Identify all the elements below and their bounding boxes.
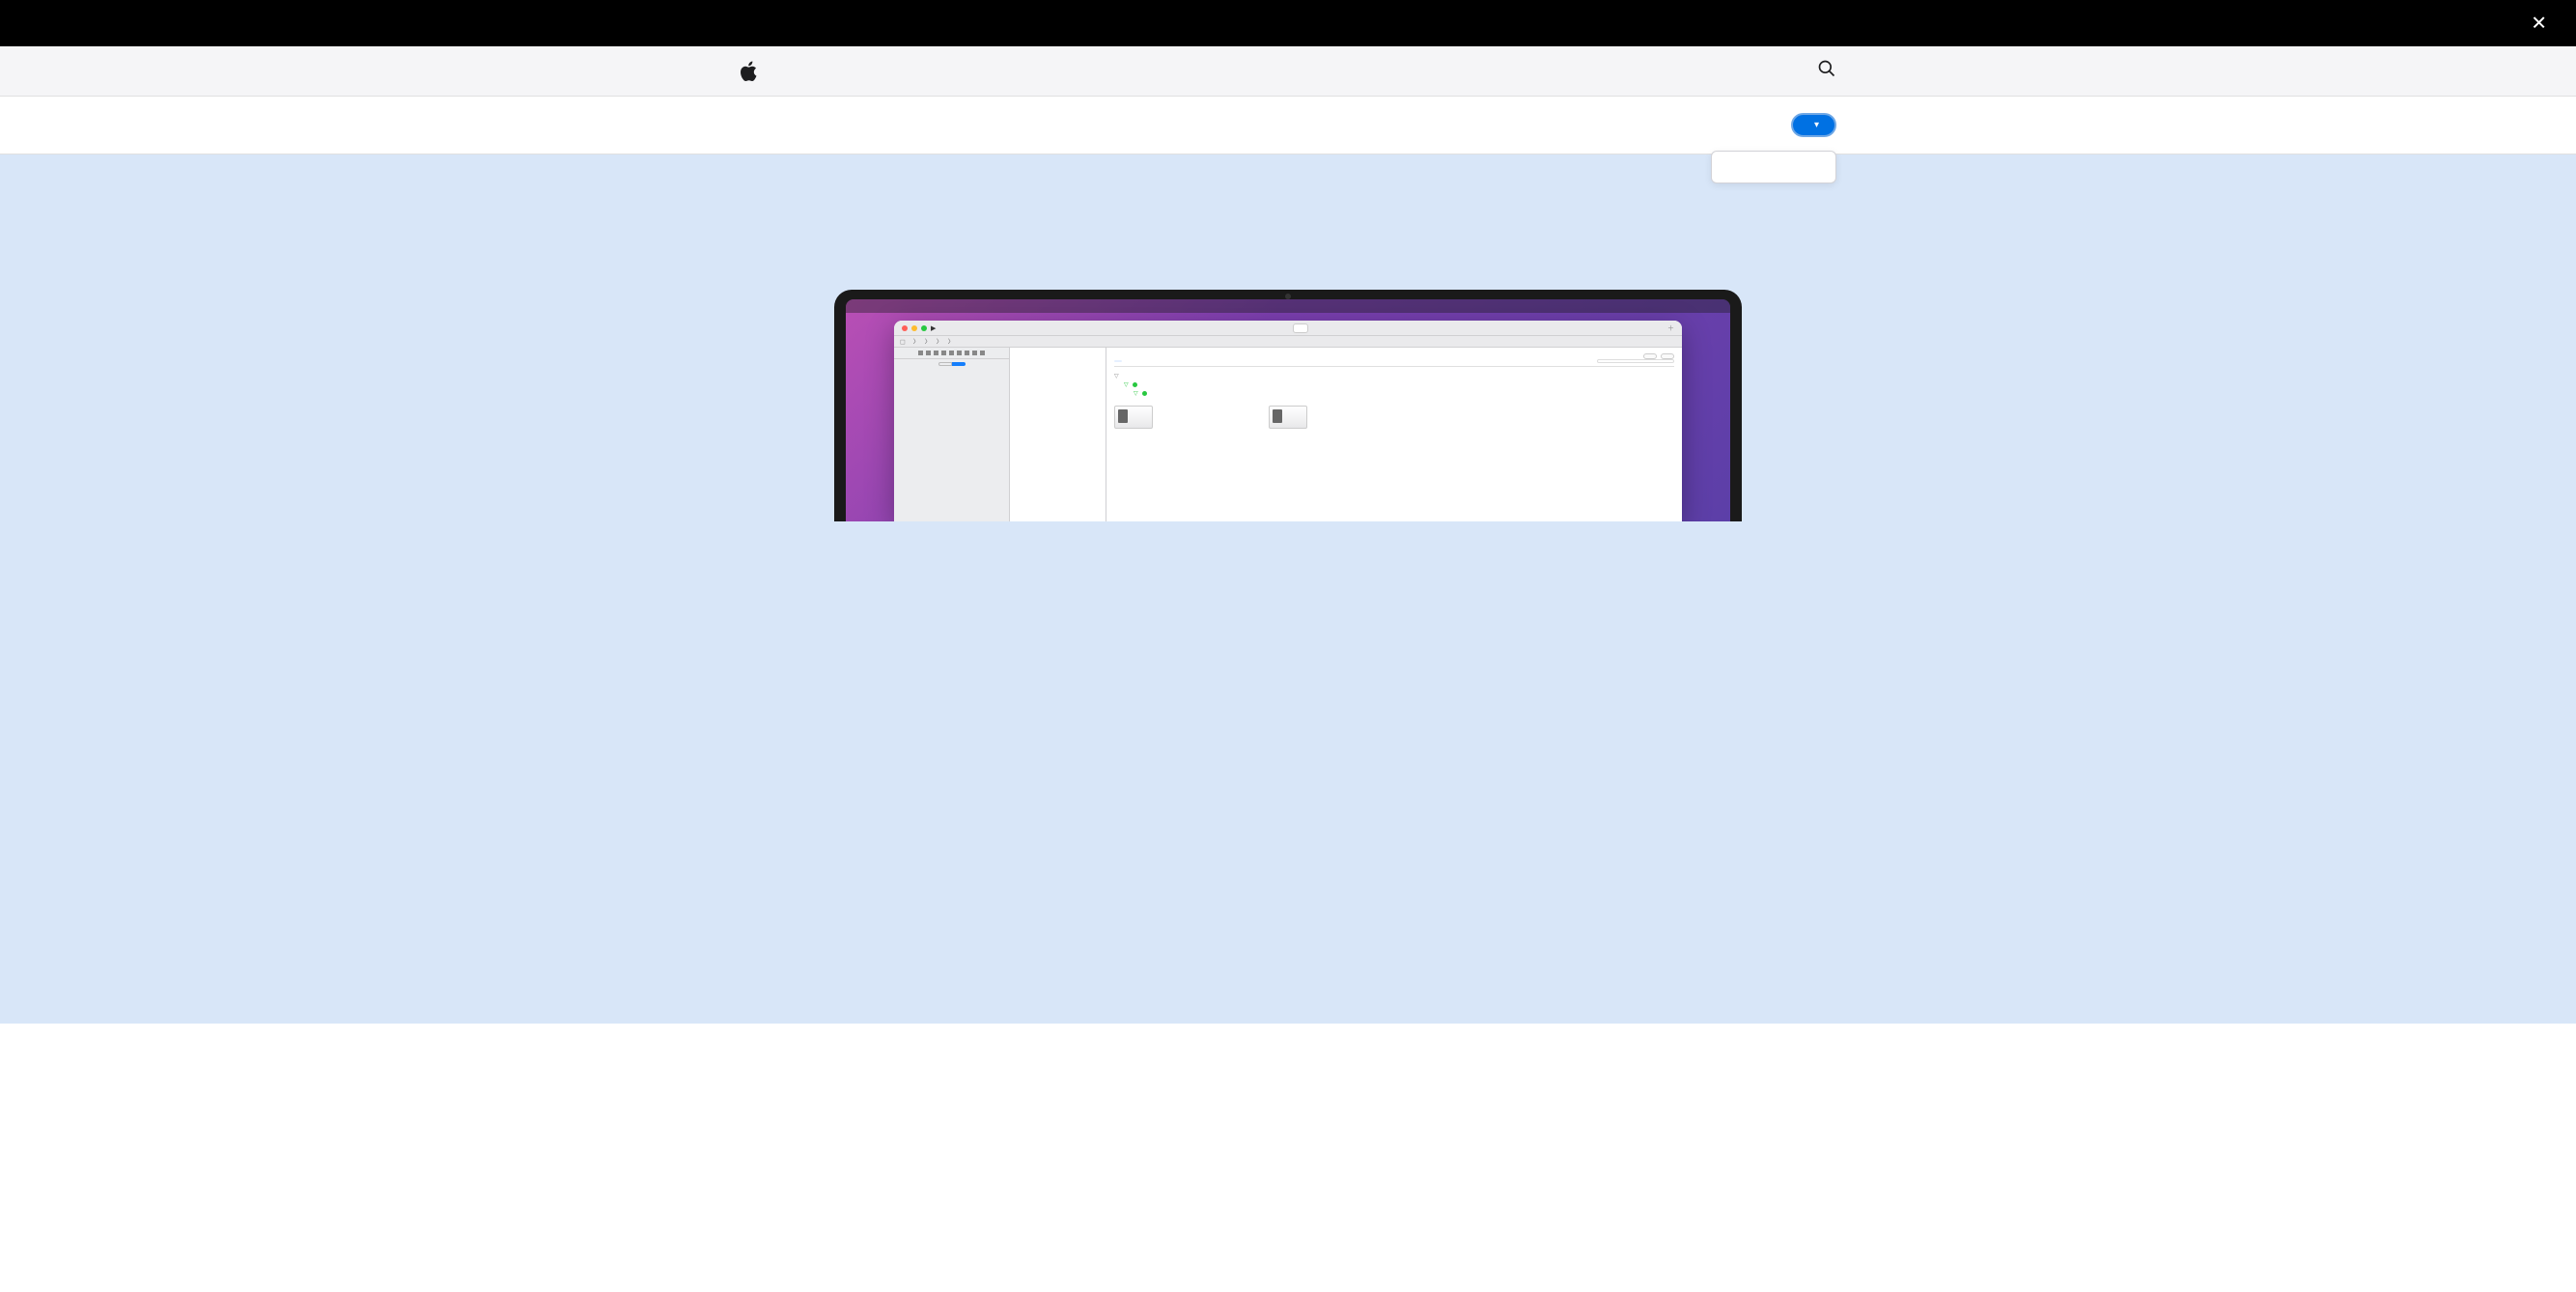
close-icon[interactable]: ✕: [2531, 12, 2547, 36]
apple-icon: [740, 61, 757, 82]
laptop-screen: ▶ ＋ ◻ 〉: [846, 299, 1730, 521]
global-nav: [0, 46, 2576, 97]
navigator-tabs: [894, 348, 1009, 359]
download-menu-item-stable[interactable]: [1712, 167, 1835, 183]
add-icon: ＋: [1667, 323, 1674, 333]
language-banner: ✕: [0, 0, 2576, 46]
zoom-window-icon: [921, 325, 927, 331]
main-content: ▽ ▽ ▽: [1106, 348, 1682, 521]
nav-back-icon: ◻: [900, 338, 906, 346]
build-column: [1010, 348, 1106, 521]
toolbar-breadcrumb: ◻ 〉 〉 〉 〉: [894, 336, 1682, 348]
project-tree: [894, 369, 1009, 373]
filter-field: [1597, 359, 1674, 363]
workflow-summary-row: ▽: [1114, 372, 1674, 380]
search-icon[interactable]: [1817, 59, 1836, 83]
navigator-column: [894, 348, 1010, 521]
run-icon: ▶: [931, 324, 936, 332]
thumb-2: [1269, 406, 1307, 429]
local-nav-links: ▾: [1683, 113, 1836, 137]
local-nav: ▾: [0, 97, 2576, 154]
test-filter-tabs: [1114, 359, 1674, 367]
scheme-selector: [1293, 323, 1308, 333]
hero-section: ▶ ＋ ◻ 〉: [0, 154, 2576, 1024]
download-menu: [1711, 151, 1836, 183]
xcode-window: ▶ ＋ ◻ 〉: [894, 321, 1682, 521]
download-button[interactable]: ▾: [1791, 113, 1836, 137]
device-row: ▽: [1114, 389, 1674, 398]
thumb-1: [1114, 406, 1153, 429]
window-titlebar: ▶ ＋: [894, 321, 1682, 336]
attachment-thumbs: [1114, 406, 1674, 429]
seg-cloud: [952, 362, 966, 366]
laptop-mock: ▶ ＋ ◻ 〉: [834, 290, 1742, 521]
actions-heading: [1010, 355, 1106, 359]
apple-developer-logo[interactable]: [740, 61, 763, 82]
download-menu-item-beta[interactable]: [1712, 152, 1835, 167]
test-case-row: ▽: [1114, 380, 1674, 389]
close-window-icon: [902, 325, 908, 331]
chevron-down-icon: ▾: [1814, 120, 1819, 130]
seg-local: [938, 362, 952, 366]
minimize-window-icon: [911, 325, 917, 331]
traffic-lights: [902, 325, 927, 331]
macos-menubar: [846, 299, 1730, 313]
tab-all: [1114, 360, 1122, 362]
local-cloud-segment: [894, 362, 1009, 366]
